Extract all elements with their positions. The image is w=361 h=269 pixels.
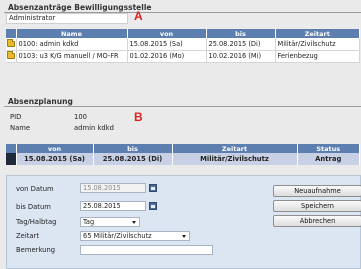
bis-datum-label: bis Datum <box>16 203 51 211</box>
chevron-down-icon <box>182 235 186 238</box>
marker-b: B <box>134 110 143 124</box>
col-header-von: von <box>127 29 207 38</box>
bewilligungsstelle-field: Administrator <box>6 13 128 24</box>
col-header-zeitart: Zeitart <box>275 29 360 38</box>
col-header-icon <box>6 29 17 38</box>
von-datum-label: von Datum <box>16 185 54 193</box>
zeitart-value: 65 Militär/Zivilschutz <box>83 232 152 240</box>
marker-a: A <box>134 9 143 23</box>
pid-label: PID <box>10 113 22 121</box>
tag-halbtag-label: Tag/Halbtag <box>16 218 57 226</box>
row-zeitart: Ferienbezug <box>275 50 360 63</box>
row-von: 01.02.2016 (Mo) <box>127 50 207 63</box>
row-zeitart: Militär/Zivilschutz <box>275 38 360 51</box>
row-status: Antrag <box>297 153 360 165</box>
col-header-select <box>6 144 17 153</box>
row-bis: 25.08.2015 (Di) <box>93 153 173 165</box>
col-header-bis: bis <box>206 29 276 38</box>
name-label: Name <box>10 124 31 132</box>
name-value: admin kdkd <box>74 124 114 132</box>
edit-form: von Datum 15.08.2015 bis Datum 25.08.201… <box>6 175 361 269</box>
calendar-icon[interactable] <box>149 202 157 210</box>
col-header-name: Name <box>16 29 128 38</box>
neuaufnahme-button[interactable]: Neuaufnahme <box>273 185 361 197</box>
table-row[interactable]: 0100: admin kdkd 15.08.2015 (Sa) 25.08.2… <box>6 38 360 51</box>
folder-icon[interactable] <box>7 38 15 47</box>
chevron-down-icon <box>132 221 136 224</box>
zeitart-label: Zeitart <box>16 232 40 240</box>
tag-halbtag-value: Tag <box>83 218 95 226</box>
speichern-button[interactable]: Speichern <box>273 200 361 212</box>
zeitart-select[interactable]: 65 Militär/Zivilschutz <box>80 231 190 241</box>
calendar-icon[interactable] <box>149 184 157 192</box>
bemerkung-label: Bemerkung <box>16 246 56 254</box>
von-datum-input[interactable]: 15.08.2015 <box>80 183 146 193</box>
table-row[interactable]: 15.08.2015 (Sa) 25.08.2015 (Di) Militär/… <box>6 153 360 165</box>
planung-table: von bis Zeitart Status 15.08.2015 (Sa) 2… <box>6 144 360 165</box>
section-divider <box>4 106 361 107</box>
row-name: 0103: u3 K/G manuell / MO-FR <box>16 50 128 63</box>
col-header-status: Status <box>297 144 360 153</box>
row-selector[interactable] <box>6 153 17 165</box>
row-von: 15.08.2015 (Sa) <box>16 153 94 165</box>
col-header-zeitart: Zeitart <box>172 144 298 153</box>
col-header-von: von <box>16 144 94 153</box>
bewilligung-table: Name von bis Zeitart 0100: admin kdkd 15… <box>6 29 360 63</box>
abbrechen-button[interactable]: Abbrechen <box>273 215 361 227</box>
table-row[interactable]: 0103: u3 K/G manuell / MO-FR 01.02.2016 … <box>6 50 360 63</box>
planung-title: Absenzplanung <box>8 97 73 106</box>
bemerkung-input[interactable] <box>80 245 213 255</box>
row-bis: 25.08.2015 (Di) <box>206 38 276 51</box>
bewilligung-title: Absenzanträge Bewilligungsstelle <box>8 3 152 12</box>
row-name: 0100: admin kdkd <box>16 38 128 51</box>
folder-icon[interactable] <box>7 51 15 59</box>
row-bis: 10.02.2016 (Mi) <box>206 50 276 63</box>
bis-datum-input[interactable]: 25.08.2015 <box>80 201 146 211</box>
col-header-bis: bis <box>93 144 173 153</box>
row-von: 15.08.2015 (Sa) <box>127 38 207 51</box>
tag-halbtag-select[interactable]: Tag <box>80 217 140 227</box>
pid-value: 100 <box>74 113 87 121</box>
row-zeitart: Militär/Zivilschutz <box>172 153 298 165</box>
